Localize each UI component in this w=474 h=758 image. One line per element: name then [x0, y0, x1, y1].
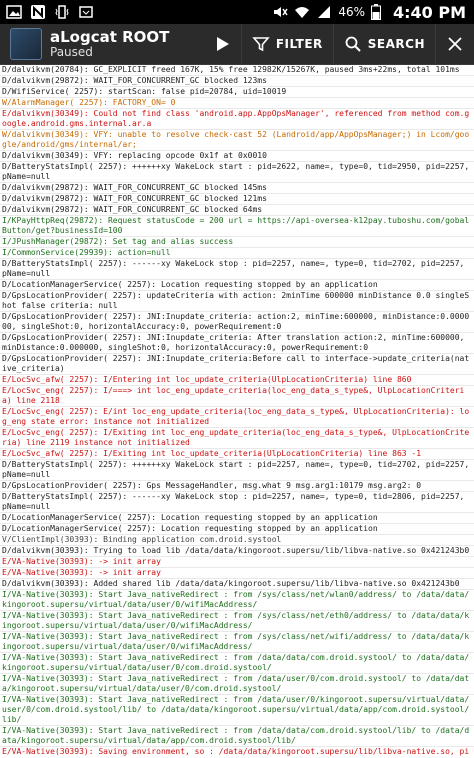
log-line[interactable]: D/dalvikvm(30349): VFY: replacing opcode…	[0, 151, 474, 162]
app-logo-icon[interactable]	[10, 28, 42, 60]
log-line[interactable]: E/LocSvc_eng( 2257): E/int loc_eng_updat…	[0, 407, 474, 428]
funnel-icon	[252, 35, 270, 53]
log-line[interactable]: D/dalvikvm(29872): WAIT_FOR_CONCURRENT_G…	[0, 76, 474, 87]
log-line[interactable]: I/KPayHttpReq(29872): Request statusCode…	[0, 216, 474, 237]
log-line[interactable]: E/VA-Native(30393): Saving environment, …	[0, 747, 474, 758]
log-line[interactable]: I/VA-Native(30393): Start Java_nativeRed…	[0, 653, 474, 674]
log-line[interactable]: I/VA-Native(30393): Start Java_nativeRed…	[0, 674, 474, 695]
log-line[interactable]: E/VA-Native(30393): -> init array	[0, 557, 474, 568]
log-line[interactable]: D/dalvikvm(29872): WAIT_FOR_CONCURRENT_G…	[0, 205, 474, 216]
clear-button[interactable]	[435, 24, 474, 64]
battery-icon	[370, 4, 387, 20]
wifi-icon	[294, 4, 310, 20]
log-line[interactable]: D/dalvikvm(30393): Added shared lib /dat…	[0, 579, 474, 590]
log-line[interactable]: D/dalvikvm(29872): WAIT_FOR_CONCURRENT_G…	[0, 194, 474, 205]
log-line[interactable]: D/WifiService( 2257): startScan: false p…	[0, 87, 474, 98]
vibrate-icon	[54, 4, 70, 20]
log-line[interactable]: D/GpsLocationProvider( 2257): updateCrit…	[0, 291, 474, 312]
log-line[interactable]: D/BatteryStatsImpl( 2257): ++++++xy Wake…	[0, 460, 474, 481]
log-line[interactable]: I/VA-Native(30393): Start Java_nativeRed…	[0, 590, 474, 611]
filter-button[interactable]: FILTER	[240, 24, 333, 64]
play-button[interactable]	[203, 24, 241, 64]
log-line[interactable]: E/LocSvc_afw( 2257): I/Exiting int loc_u…	[0, 449, 474, 460]
log-line[interactable]: D/BatteryStatsImpl( 2257): ------xy Wake…	[0, 492, 474, 513]
log-line[interactable]: D/dalvikvm(29872): WAIT_FOR_CONCURRENT_G…	[0, 183, 474, 194]
log-line[interactable]: I/JPushManager(29872): Set tag and alias…	[0, 237, 474, 248]
image-icon	[6, 4, 22, 20]
log-line[interactable]: D/GpsLocationProvider( 2257): JNI:Inupda…	[0, 354, 474, 375]
log-line[interactable]: D/dalvikvm(30393): Trying to load lib /d…	[0, 546, 474, 557]
log-line[interactable]: D/GpsLocationProvider( 2257): JNI:Inupda…	[0, 333, 474, 354]
log-line[interactable]: E/VA-Native(30393): -> init array	[0, 568, 474, 579]
log-line[interactable]: D/LocationManagerService( 2257): Locatio…	[0, 524, 474, 535]
log-line[interactable]: D/BatteryStatsImpl( 2257): ++++++xy Wake…	[0, 162, 474, 183]
log-line[interactable]: D/GpsLocationProvider( 2257): JNI:Inupda…	[0, 312, 474, 333]
log-line[interactable]: I/CommonService(29939): action=null	[0, 248, 474, 259]
search-label: SEARCH	[367, 37, 425, 51]
clock: 4:40 PM	[392, 2, 466, 22]
close-icon	[446, 35, 464, 53]
mute-icon	[272, 4, 288, 20]
log-line[interactable]: I/VA-Native(30393): Start Java_nativeRed…	[0, 632, 474, 653]
log-line[interactable]: I/VA-Native(30393): Start Java_nativeRed…	[0, 726, 474, 747]
log-line[interactable]: D/dalvikvm(20784): GC_EXPLICIT freed 167…	[0, 65, 474, 76]
log-list[interactable]: D/dalvikvm(20784): GC_EXPLICIT freed 167…	[0, 65, 474, 758]
status-bar: 46% 4:40 PM	[0, 0, 474, 24]
battery-percent: 46%	[338, 5, 365, 19]
app-title: aLogcat ROOT	[50, 28, 170, 47]
log-line[interactable]: E/LocSvc_eng( 2257): I/Exiting int loc_e…	[0, 428, 474, 449]
notification-n-icon	[30, 4, 46, 20]
log-line[interactable]: W/dalvikvm(30349): VFY: unable to resolv…	[0, 130, 474, 151]
search-icon	[344, 35, 362, 53]
log-line[interactable]: V/ClientImpl(30393): Binding application…	[0, 535, 474, 546]
tablet-icon	[78, 4, 94, 20]
log-line[interactable]: E/LocSvc_eng( 2257): I/===> int loc_eng_…	[0, 386, 474, 407]
log-line[interactable]: D/LocationManagerService( 2257): Locatio…	[0, 513, 474, 524]
filter-label: FILTER	[275, 37, 323, 51]
app-status: Paused	[50, 44, 93, 59]
log-line[interactable]: D/BatteryStatsImpl( 2257): ------xy Wake…	[0, 259, 474, 280]
log-line[interactable]: E/LocSvc_afw( 2257): I/Entering int loc_…	[0, 375, 474, 386]
log-line[interactable]: W/AlarmManager( 2257): FACTORY_ON= 0	[0, 98, 474, 109]
log-line[interactable]: D/LocationManagerService( 2257): Locatio…	[0, 280, 474, 291]
log-line[interactable]: I/VA-Native(30393): Start Java_nativeRed…	[0, 695, 474, 726]
title-block: aLogcat ROOT Paused	[50, 29, 169, 59]
log-line[interactable]: E/dalvikvm(30349): Could not find class …	[0, 109, 474, 130]
search-button[interactable]: SEARCH	[332, 24, 435, 64]
log-line[interactable]: D/GpsLocationProvider( 2257): Gps Messag…	[0, 481, 474, 492]
signal-icon	[316, 4, 332, 20]
action-bar: aLogcat ROOT Paused FILTER SEARCH	[0, 24, 474, 65]
play-icon	[213, 35, 231, 53]
log-line[interactable]: I/VA-Native(30393): Start Java_nativeRed…	[0, 611, 474, 632]
